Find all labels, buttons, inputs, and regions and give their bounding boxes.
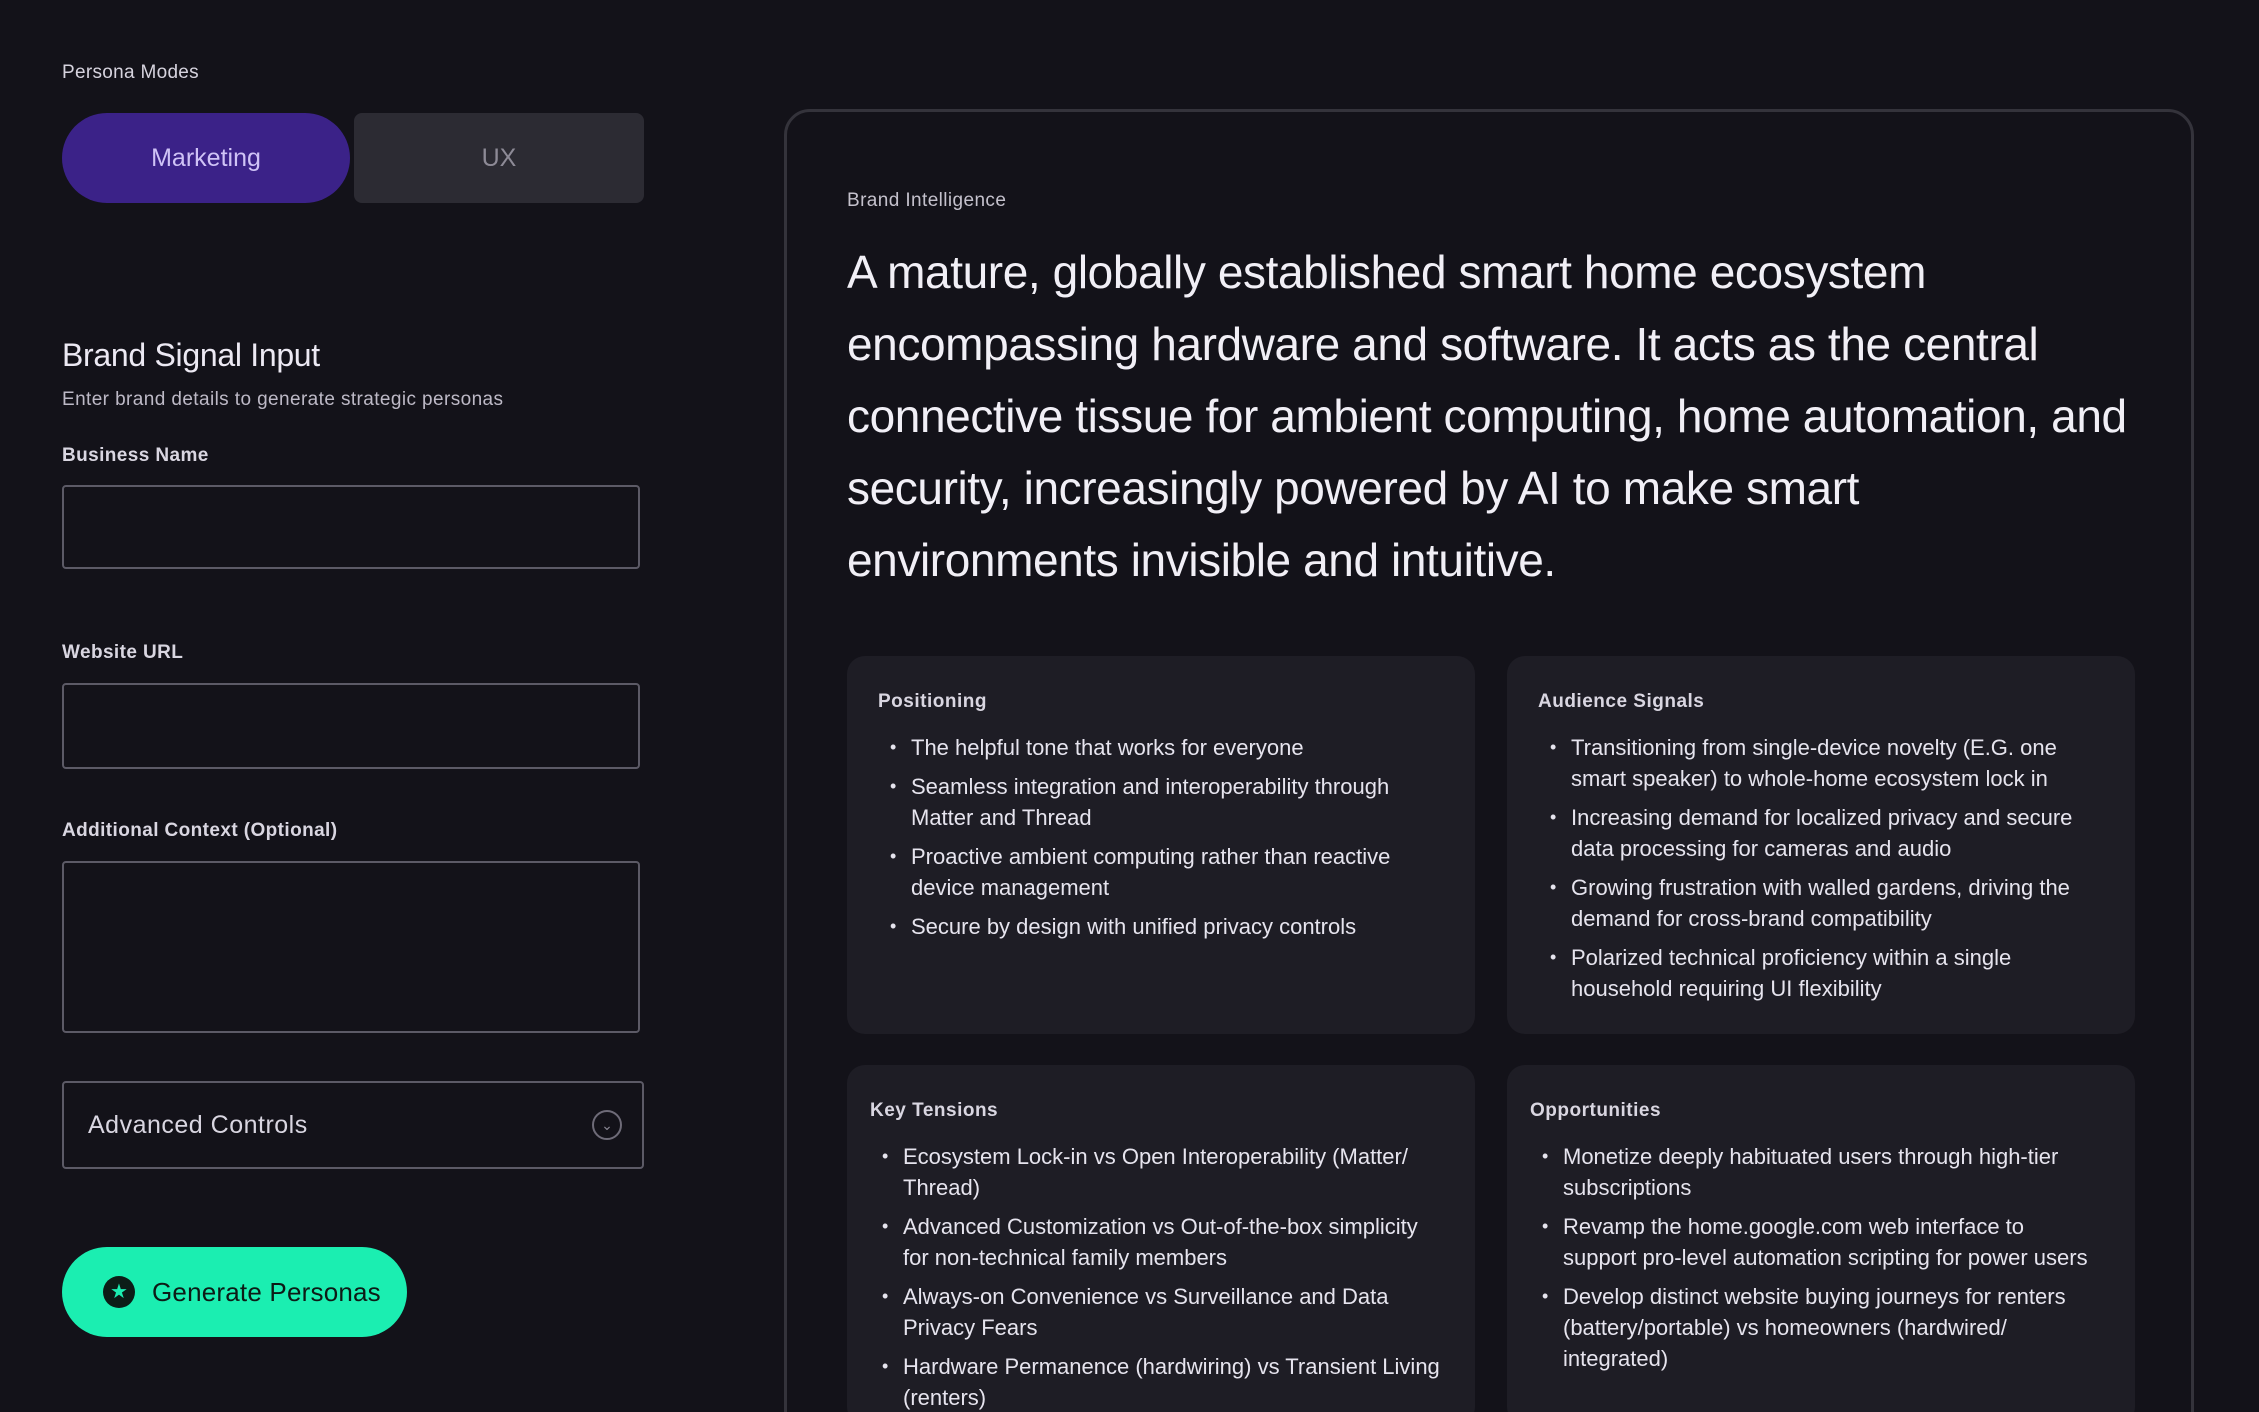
audience-signals-list: Transitioning from single-device novelty… [1538, 732, 2098, 1012]
list-item: Revamp the home.google.com web interface… [1530, 1211, 2100, 1273]
list-item: Advanced Customization vs Out-of-the-box… [870, 1211, 1440, 1273]
list-item: Secure by design with unified privacy co… [878, 911, 1438, 942]
advanced-controls-label: Advanced Controls [88, 1110, 308, 1139]
mode-marketing-button[interactable]: Marketing [62, 113, 350, 203]
list-item: Polarized technical proficiency within a… [1538, 942, 2098, 1004]
website-url-label: Website URL [62, 642, 184, 663]
list-item: Always-on Convenience vs Surveillance an… [870, 1281, 1440, 1343]
list-item: Develop distinct website buying journeys… [1530, 1281, 2100, 1374]
generate-personas-label: Generate Personas [152, 1276, 381, 1307]
persona-modes-label: Persona Modes [62, 62, 199, 83]
list-item: Monetize deeply habituated users through… [1530, 1141, 2100, 1203]
list-item: Ecosystem Lock-in vs Open Interoperabili… [870, 1141, 1440, 1203]
list-item: Transitioning from single-device novelty… [1538, 732, 2098, 794]
opportunities-card: Opportunities Monetize deeply habituated… [1507, 1065, 2135, 1412]
audience-signals-card: Audience Signals Transitioning from sing… [1507, 656, 2135, 1034]
generate-personas-button[interactable]: ★ Generate Personas [62, 1247, 407, 1337]
key-tensions-title: Key Tensions [870, 1100, 999, 1121]
list-item: The helpful tone that works for everyone [878, 732, 1438, 763]
persona-mode-toggle: Marketing UX [62, 113, 644, 203]
list-item: Seamless integration and interoperabilit… [878, 771, 1438, 833]
brand-intelligence-label: Brand Intelligence [847, 190, 1007, 211]
website-url-input[interactable] [62, 683, 640, 769]
key-tensions-card: Key Tensions Ecosystem Lock-in vs Open I… [847, 1065, 1475, 1412]
brand-intelligence-card: Brand Intelligence A mature, globally es… [784, 109, 2194, 1412]
list-item: Increasing demand for localized privacy … [1538, 802, 2098, 864]
list-item: Hardware Permanence (hardwiring) vs Tran… [870, 1351, 1440, 1412]
opportunities-title: Opportunities [1530, 1100, 1662, 1121]
business-name-input[interactable] [62, 485, 640, 569]
list-item: Proactive ambient computing rather than … [878, 841, 1438, 903]
positioning-title: Positioning [878, 691, 987, 712]
additional-context-label: Additional Context (Optional) [62, 820, 338, 841]
audience-signals-title: Audience Signals [1538, 691, 1705, 712]
chevron-down-icon: ⌄ [592, 1110, 622, 1140]
list-item: Growing frustration with walled gardens,… [1538, 872, 2098, 934]
opportunities-list: Monetize deeply habituated users through… [1530, 1141, 2100, 1382]
app-page: Persona Modes Marketing UX Brand Signal … [0, 0, 2259, 1412]
additional-context-textarea[interactable] [62, 861, 640, 1033]
mode-ux-button[interactable]: UX [354, 113, 644, 203]
key-tensions-list: Ecosystem Lock-in vs Open Interoperabili… [870, 1141, 1440, 1412]
advanced-controls-dropdown[interactable]: Advanced Controls ⌄ [62, 1081, 644, 1169]
positioning-card: Positioning The helpful tone that works … [847, 656, 1475, 1034]
section-subtitle: Enter brand details to generate strategi… [62, 389, 504, 410]
positioning-list: The helpful tone that works for everyone… [878, 732, 1438, 950]
section-title: Brand Signal Input [62, 337, 320, 373]
brand-description: A mature, globally established smart hom… [847, 246, 2127, 586]
business-name-label: Business Name [62, 445, 209, 466]
star-icon: ★ [103, 1276, 135, 1308]
